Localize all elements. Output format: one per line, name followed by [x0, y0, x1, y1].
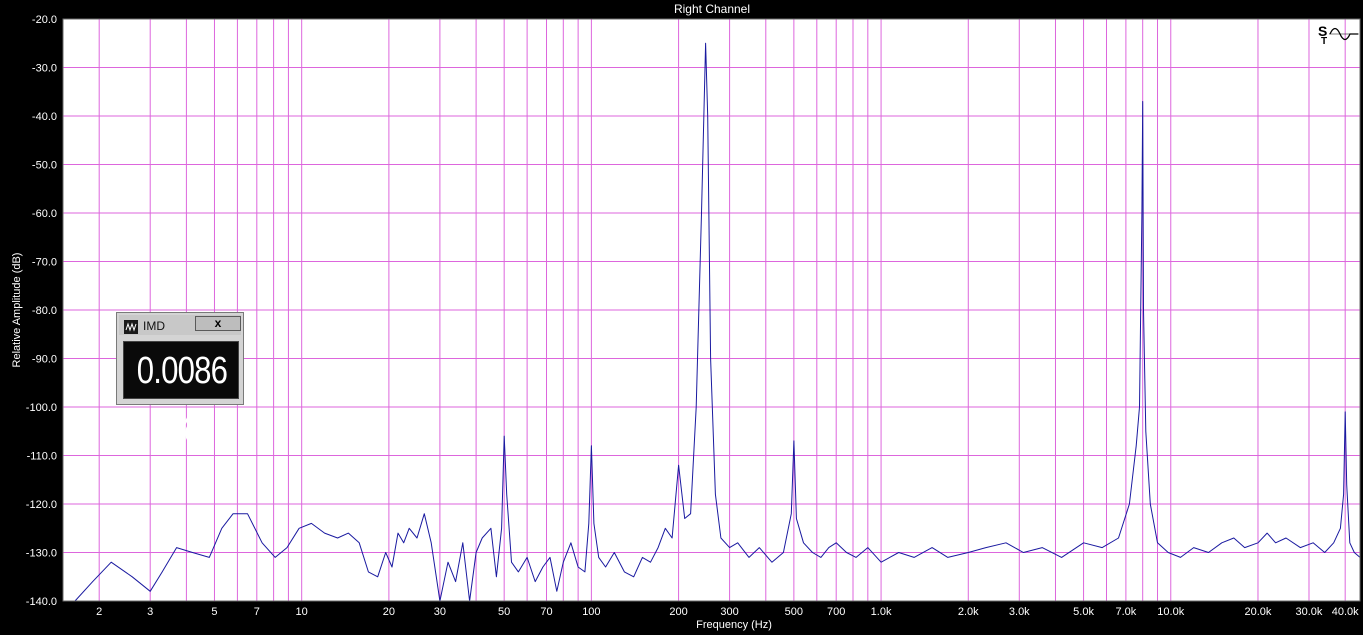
svg-text:T: T: [1321, 36, 1327, 46]
y-tick-label: -50.0: [32, 160, 57, 172]
y-tick-label: -100.0: [26, 402, 57, 414]
imd-value: 0.0086 %: [136, 350, 228, 450]
x-tick-label: 10.0k: [1157, 606, 1184, 618]
y-tick-label: -90.0: [32, 354, 57, 366]
x-tick-label: 10: [296, 606, 308, 618]
waveform-icon: [124, 320, 138, 334]
x-tick-label: 70: [540, 606, 552, 618]
x-tick-label: 7: [254, 606, 260, 618]
y-tick-label: -30.0: [32, 63, 57, 75]
x-tick-label: 200: [669, 606, 687, 618]
x-tick-label: 3: [147, 606, 153, 618]
x-tick-label: 30.0k: [1296, 606, 1323, 618]
x-tick-label: 50: [498, 606, 510, 618]
x-tick-label: 3.0k: [1009, 606, 1030, 618]
x-tick-label: 2.0k: [958, 606, 979, 618]
x-tick-label: 2: [96, 606, 102, 618]
x-tick-label: 1.0k: [871, 606, 892, 618]
y-tick-label: -120.0: [26, 499, 57, 511]
y-tick-label: -80.0: [32, 305, 57, 317]
close-button[interactable]: x: [195, 316, 241, 331]
signal-generator-button[interactable]: S T: [1318, 22, 1360, 47]
y-tick-label: -140.0: [26, 596, 57, 608]
y-tick-label: -60.0: [32, 208, 57, 220]
x-tick-label: 300: [720, 606, 738, 618]
chart-title: Right Channel: [674, 2, 750, 16]
imd-titlebar[interactable]: IMD x: [119, 315, 241, 335]
imd-title: IMD: [143, 319, 165, 333]
x-tick-label: 30: [434, 606, 446, 618]
x-tick-label: 500: [785, 606, 803, 618]
imd-readout-panel: 0.0086 %: [123, 341, 239, 450]
imd-window[interactable]: IMD x 0.0086 %: [116, 312, 244, 450]
y-tick-label: -20.0: [32, 14, 57, 26]
x-tick-label: 5.0k: [1073, 606, 1094, 618]
x-tick-label: 700: [827, 606, 845, 618]
y-tick-label: -40.0: [32, 111, 57, 123]
y-axis-label: Relative Amplitude (dB): [11, 253, 23, 368]
x-tick-label: 100: [582, 606, 600, 618]
signal-generator-icon: S T: [1318, 23, 1359, 47]
x-tick-label: 40.0k: [1332, 606, 1359, 618]
x-tick-label: 5: [211, 606, 217, 618]
y-tick-label: -70.0: [32, 257, 57, 269]
x-tick-label: 20.0k: [1245, 606, 1272, 618]
y-tick-label: -110.0: [27, 451, 57, 463]
x-tick-label: 20: [383, 606, 395, 618]
x-tick-label: 7.0k: [1115, 606, 1136, 618]
y-tick-label: -130.0: [26, 548, 57, 560]
x-axis-label: Frequency (Hz): [696, 619, 772, 631]
